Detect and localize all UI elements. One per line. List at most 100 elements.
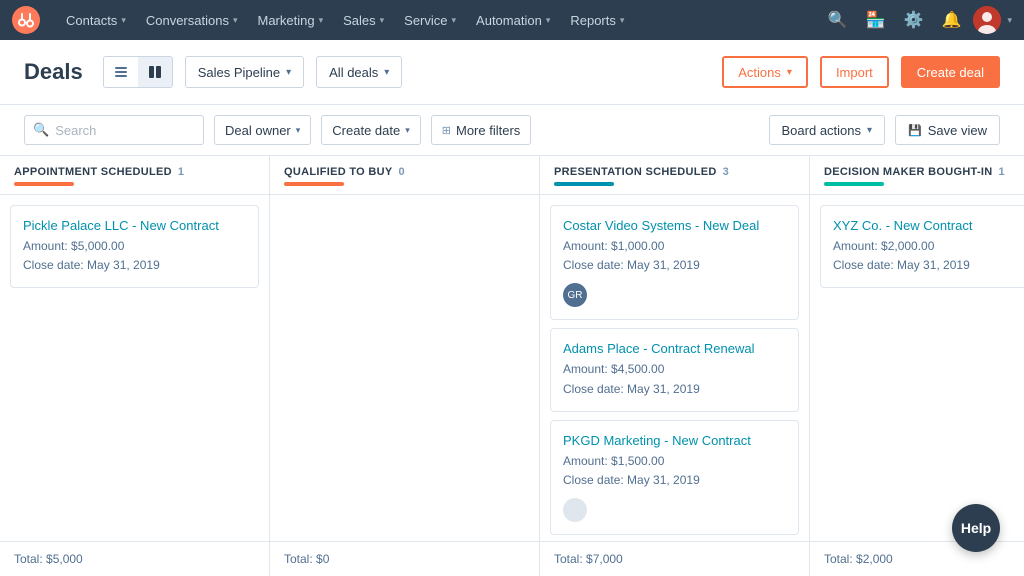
column-cards-presentation-scheduled: Costar Video Systems - New Deal Amount: $… [540, 195, 809, 541]
deal-close-date: Close date: May 31, 2019 [833, 256, 1024, 275]
column-total: Total: $0 [270, 541, 539, 576]
deal-filter-selector[interactable]: All deals ▾ [316, 56, 402, 88]
column-bar [284, 182, 344, 186]
column-qualified-to-buy: QUALIFIED TO BUY 0 Total: $0 [270, 156, 540, 576]
deal-title[interactable]: PKGD Marketing - New Contract [563, 433, 786, 448]
column-bar [554, 182, 614, 186]
create-deal-button[interactable]: Create deal [901, 56, 1000, 88]
help-button[interactable]: Help [952, 504, 1000, 552]
nav-marketing[interactable]: Marketing ▾ [247, 0, 333, 40]
deal-avatar: GR [563, 283, 587, 307]
search-icon: 🔍 [33, 122, 49, 138]
nav-reports[interactable]: Reports ▾ [560, 0, 634, 40]
deal-title[interactable]: Costar Video Systems - New Deal [563, 218, 786, 233]
pipeline-selector[interactable]: Sales Pipeline ▾ [185, 56, 304, 88]
column-header-appointment-scheduled: APPOINTMENT SCHEDULED 1 [0, 156, 269, 195]
nav-conversations[interactable]: Conversations ▾ [136, 0, 248, 40]
chevron-down-icon: ▾ [452, 15, 457, 26]
import-button[interactable]: Import [820, 56, 889, 88]
account-chevron-icon: ▾ [1007, 15, 1012, 26]
deal-amount: Amount: $4,500.00 [563, 360, 786, 379]
column-count: 0 [399, 166, 405, 178]
create-date-filter[interactable]: Create date ▾ [321, 115, 420, 145]
chevron-down-icon: ▾ [121, 15, 126, 26]
page-title: Deals [24, 59, 83, 85]
nav-service[interactable]: Service ▾ [394, 0, 466, 40]
deal-avatar [563, 498, 587, 522]
chevron-down-icon: ▾ [319, 15, 324, 26]
filter-bar: 🔍 Deal owner ▾ Create date ▾ ⊞ More filt… [0, 105, 1024, 156]
hubspot-logo[interactable] [12, 6, 40, 34]
column-bar [824, 182, 884, 186]
column-cards-qualified-to-buy [270, 195, 539, 541]
settings-icon[interactable]: ⚙️ [897, 4, 929, 36]
chevron-down-icon: ▾ [787, 67, 792, 78]
search-input[interactable] [55, 123, 175, 138]
nav-contacts[interactable]: Contacts ▾ [56, 0, 136, 40]
chevron-down-icon: ▾ [405, 125, 410, 136]
deal-card[interactable]: PKGD Marketing - New Contract Amount: $1,… [550, 420, 799, 535]
chevron-down-icon: ▾ [867, 125, 872, 136]
chevron-down-icon: ▾ [380, 15, 385, 26]
column-presentation-scheduled: PRESENTATION SCHEDULED 3 Costar Video Syst… [540, 156, 810, 576]
deal-amount: Amount: $2,000.00 [833, 237, 1024, 256]
deal-close-date: Close date: May 31, 2019 [23, 256, 246, 275]
column-title: PRESENTATION SCHEDULED [554, 166, 717, 178]
board-actions-button[interactable]: Board actions ▾ [769, 115, 886, 145]
deal-title[interactable]: Adams Place - Contract Renewal [563, 341, 786, 356]
chevron-down-icon: ▾ [620, 15, 625, 26]
kanban-board: APPOINTMENT SCHEDULED 1 Pickle Palace LLC … [0, 156, 1024, 576]
topnav-right-icons: 🔍 🏪 ⚙️ 🔔 ▾ [821, 4, 1012, 36]
search-box[interactable]: 🔍 [24, 115, 204, 145]
column-total: Total: $5,000 [0, 541, 269, 576]
column-count: 1 [178, 166, 184, 178]
view-toggle [103, 56, 173, 88]
main-content: Deals Sales Pipeline [0, 40, 1024, 576]
top-navigation: Contacts ▾ Conversations ▾ Marketing ▾ S… [0, 0, 1024, 40]
column-appointment-scheduled: APPOINTMENT SCHEDULED 1 Pickle Palace LLC … [0, 156, 270, 576]
deal-card[interactable]: Pickle Palace LLC - New Contract Amount: … [10, 205, 259, 288]
deal-close-date: Close date: May 31, 2019 [563, 380, 786, 399]
deal-amount: Amount: $1,500.00 [563, 452, 786, 471]
marketplace-icon[interactable]: 🏪 [859, 4, 891, 36]
more-filters-button[interactable]: ⊞ More filters [431, 115, 532, 145]
save-view-button[interactable]: 💾 Save view [895, 115, 1000, 145]
column-title: DECISION MAKER BOUGHT-IN [824, 166, 993, 178]
column-count: 1 [999, 166, 1005, 178]
user-avatar[interactable] [973, 6, 1001, 34]
column-title: QUALIFIED TO BUY [284, 166, 393, 178]
notifications-icon[interactable]: 🔔 [935, 4, 967, 36]
deal-card[interactable]: Adams Place - Contract Renewal Amount: $4… [550, 328, 799, 411]
deal-amount: Amount: $5,000.00 [23, 237, 246, 256]
column-total: Total: $7,000 [540, 541, 809, 576]
save-icon: 💾 [908, 124, 922, 137]
search-icon[interactable]: 🔍 [821, 4, 853, 36]
column-count: 3 [723, 166, 729, 178]
column-total: Total: $2,000 [810, 541, 1024, 576]
page-header: Deals Sales Pipeline [0, 40, 1024, 105]
nav-automation[interactable]: Automation ▾ [466, 0, 560, 40]
chevron-down-icon: ▾ [384, 67, 389, 78]
deal-card[interactable]: Costar Video Systems - New Deal Amount: $… [550, 205, 799, 320]
deal-avatar-row [563, 498, 786, 522]
column-header-presentation-scheduled: PRESENTATION SCHEDULED 3 [540, 156, 809, 195]
column-cards-decision-maker-bought-in: XYZ Co. - New Contract Amount: $2,000.00C… [810, 195, 1024, 541]
chevron-down-icon: ▾ [546, 15, 551, 26]
deal-title[interactable]: XYZ Co. - New Contract [833, 218, 1024, 233]
deal-amount: Amount: $1,000.00 [563, 237, 786, 256]
actions-button[interactable]: Actions ▾ [722, 56, 808, 88]
deal-close-date: Close date: May 31, 2019 [563, 471, 786, 490]
nav-sales[interactable]: Sales ▾ [333, 0, 394, 40]
chevron-down-icon: ▾ [286, 67, 291, 78]
column-header-decision-maker-bought-in: DECISION MAKER BOUGHT-IN 1 [810, 156, 1024, 195]
deal-title[interactable]: Pickle Palace LLC - New Contract [23, 218, 246, 233]
board-view-button[interactable] [138, 57, 172, 87]
chevron-down-icon: ▾ [296, 125, 301, 136]
column-title: APPOINTMENT SCHEDULED [14, 166, 172, 178]
filter-icon: ⊞ [442, 124, 451, 137]
list-view-button[interactable] [104, 57, 138, 87]
deal-card[interactable]: XYZ Co. - New Contract Amount: $2,000.00C… [820, 205, 1024, 288]
deal-owner-filter[interactable]: Deal owner ▾ [214, 115, 311, 145]
deal-close-date: Close date: May 31, 2019 [563, 256, 786, 275]
chevron-down-icon: ▾ [233, 15, 238, 26]
